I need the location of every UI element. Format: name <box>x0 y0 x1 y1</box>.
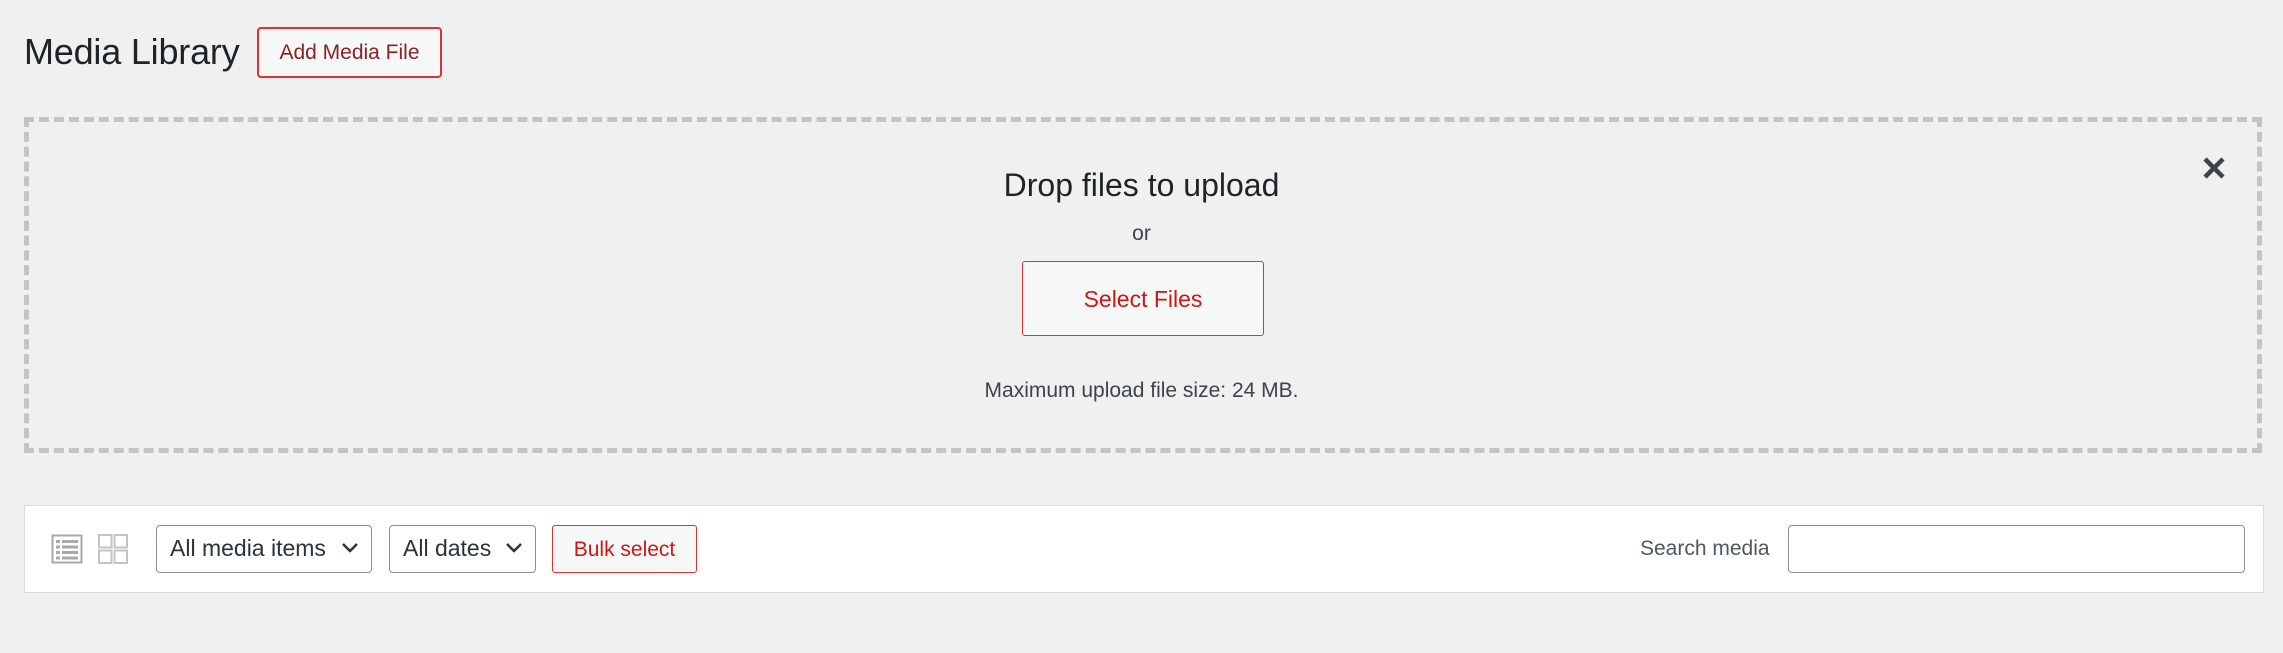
select-files-button[interactable]: Select Files <box>1022 261 1264 336</box>
media-type-filter[interactable]: All media items <box>156 525 372 573</box>
list-view-icon[interactable] <box>51 533 83 565</box>
media-library-page: Media Library Add Media File Drop files … <box>0 0 2283 653</box>
max-upload-size-text: Maximum upload file size: 24 MB. <box>984 379 1299 402</box>
grid-view-icon[interactable] <box>97 533 129 565</box>
chevron-down-icon <box>505 542 523 554</box>
date-filter-value: All dates <box>403 535 492 561</box>
search-media-label: Search media <box>1640 537 1770 560</box>
date-filter[interactable]: All dates <box>389 525 536 573</box>
media-type-filter-value: All media items <box>170 535 326 561</box>
page-title: Media Library <box>24 31 240 72</box>
or-separator-text: or <box>1132 222 1151 245</box>
search-media-input[interactable] <box>1788 525 2245 573</box>
chevron-down-icon <box>341 542 359 554</box>
bulk-select-button[interactable]: Bulk select <box>552 525 697 573</box>
drop-files-heading: Drop files to upload <box>1003 167 1280 203</box>
add-media-file-button[interactable]: Add Media File <box>257 27 442 78</box>
